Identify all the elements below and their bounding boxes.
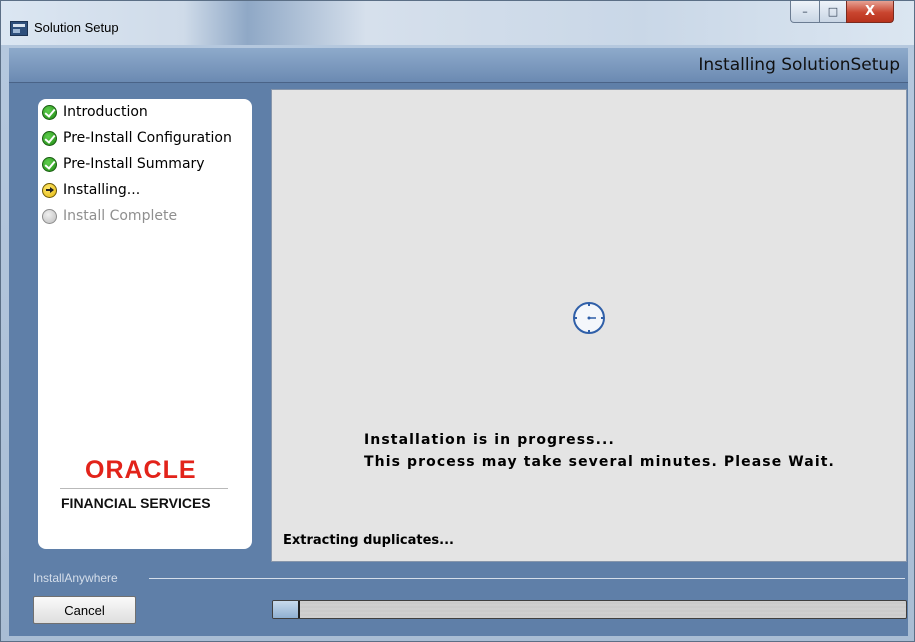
check-icon	[42, 156, 57, 172]
window-title: Solution Setup	[34, 20, 119, 35]
close-button[interactable]: X	[846, 1, 894, 23]
installer-client-area: Installing SolutionSetup Introduction Pr…	[9, 48, 908, 636]
check-icon	[42, 104, 57, 120]
progress-bar	[272, 600, 907, 619]
maximize-icon: □	[827, 5, 839, 18]
step-label: Pre-Install Configuration	[63, 130, 232, 146]
check-icon	[42, 130, 57, 146]
oracle-logo: ORACLE	[85, 456, 197, 484]
installer-window: Solution Setup – □ X Installing Solution…	[0, 0, 915, 642]
cancel-button[interactable]: Cancel	[33, 596, 136, 624]
clock-icon	[573, 302, 605, 334]
app-icon	[10, 21, 28, 36]
content-panel: Installation is in progress... This proc…	[271, 89, 907, 562]
page-title: Installing SolutionSetup	[698, 55, 900, 75]
title-bar[interactable]: Solution Setup – □ X	[1, 1, 914, 45]
step-label: Installing...	[63, 182, 141, 198]
logo-subtitle: FINANCIAL SERVICES	[61, 495, 211, 511]
progress-fill	[273, 601, 301, 618]
steps-panel: Introduction Pre-Install Configuration P…	[38, 99, 252, 549]
maximize-button[interactable]: □	[819, 1, 847, 23]
minimize-button[interactable]: –	[790, 1, 820, 23]
close-icon: X	[864, 4, 876, 19]
step-installing: Installing...	[42, 180, 140, 200]
logo-divider	[60, 488, 228, 489]
status-text: Extracting duplicates...	[283, 533, 454, 548]
progress-message-line2: This process may take several minutes. P…	[364, 454, 835, 470]
step-pre-install-configuration: Pre-Install Configuration	[42, 128, 232, 148]
arrow-icon	[42, 182, 57, 198]
step-label: Pre-Install Summary	[63, 156, 205, 172]
minimize-icon: –	[802, 5, 808, 18]
step-label: Introduction	[63, 104, 148, 120]
installanywhere-label: InstallAnywhere	[33, 571, 118, 585]
progress-track	[273, 601, 906, 618]
step-install-complete: Install Complete	[42, 206, 177, 226]
pending-icon	[42, 208, 57, 224]
step-label: Install Complete	[63, 208, 178, 224]
footer-divider	[149, 578, 905, 579]
header-strip: Installing SolutionSetup	[9, 48, 908, 83]
progress-message-line1: Installation is in progress...	[364, 432, 615, 448]
step-introduction: Introduction	[42, 102, 148, 122]
step-pre-install-summary: Pre-Install Summary	[42, 154, 205, 174]
